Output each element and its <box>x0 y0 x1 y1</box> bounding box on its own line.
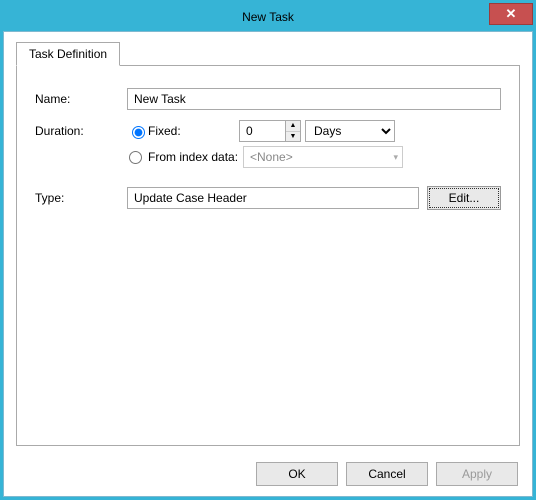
titlebar: New Task ✕ <box>3 3 533 31</box>
name-input[interactable] <box>127 88 501 110</box>
spinner-buttons[interactable]: ▲ ▼ <box>285 120 301 142</box>
fixed-spinner[interactable]: ▲ ▼ <box>239 120 301 142</box>
dialog-window: New Task ✕ Task Definition Name: Duratio… <box>0 0 536 500</box>
apply-button: Apply <box>436 462 518 486</box>
tabstrip: Task Definition <box>16 42 520 66</box>
fixed-unit-select[interactable]: Days <box>305 120 395 142</box>
window-title: New Task <box>3 10 533 24</box>
cancel-button[interactable]: Cancel <box>346 462 428 486</box>
fixed-value-input[interactable] <box>239 120 285 142</box>
close-icon: ✕ <box>506 6 517 22</box>
radio-from-index-label: From index data: <box>148 150 238 164</box>
button-bar: OK Cancel Apply <box>256 462 518 486</box>
row-from-index: From index data: <None> ▾ <box>127 146 501 168</box>
ok-button[interactable]: OK <box>256 462 338 486</box>
row-name: Name: <box>35 88 501 110</box>
row-type: Type: Edit... <box>35 186 501 210</box>
chevron-down-icon: ▾ <box>393 152 398 163</box>
label-type: Type: <box>35 191 127 205</box>
from-index-value: <None> <box>250 150 293 164</box>
spinner-down-icon[interactable]: ▼ <box>286 132 300 142</box>
spinner-up-icon[interactable]: ▲ <box>286 121 300 132</box>
close-button[interactable]: ✕ <box>489 3 533 25</box>
radio-from-index-wrap[interactable]: From index data: <box>127 150 239 164</box>
label-duration: Duration: <box>35 124 127 138</box>
radio-fixed-wrap[interactable]: Fixed: <box>127 123 239 139</box>
radio-fixed[interactable] <box>132 126 145 139</box>
radio-from-index[interactable] <box>129 151 142 164</box>
tabpanel-task-definition: Name: Duration: Fixed: ▲ ▼ Days <box>16 65 520 446</box>
client-area: Task Definition Name: Duration: Fixed: ▲… <box>3 31 533 497</box>
type-input[interactable] <box>127 187 419 209</box>
from-index-select: <None> ▾ <box>243 146 403 168</box>
tab-task-definition[interactable]: Task Definition <box>16 42 120 66</box>
label-name: Name: <box>35 92 127 106</box>
row-duration: Duration: Fixed: ▲ ▼ Days <box>35 120 501 142</box>
radio-fixed-label: Fixed: <box>148 124 181 138</box>
edit-button[interactable]: Edit... <box>427 186 501 210</box>
